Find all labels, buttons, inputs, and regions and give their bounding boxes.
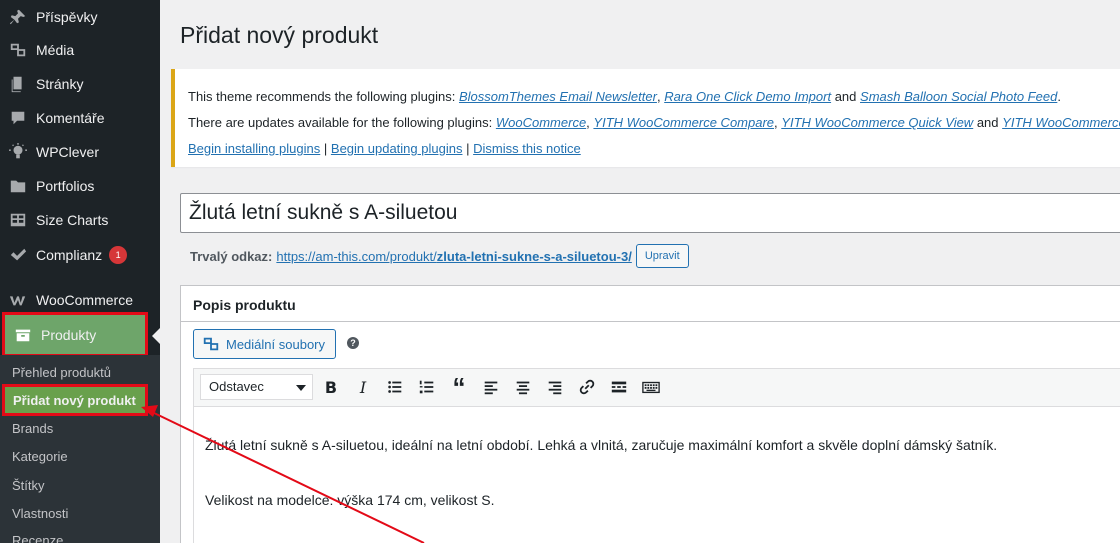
sidebar-item-wpclever[interactable]: WPClever — [0, 135, 160, 169]
help-icon[interactable]: ? — [347, 337, 359, 349]
product-title-input[interactable]: Žlutá letní sukně s A-siluetou — [180, 193, 1120, 233]
editor-paragraph: Velikost na modelce: výška 174 cm, velik… — [205, 492, 495, 508]
italic-icon[interactable]: I — [352, 376, 374, 398]
sidebar-item-media[interactable]: Média — [0, 33, 160, 67]
checkmark-icon — [8, 245, 28, 265]
sidebar-item-label: WooCommerce — [36, 292, 133, 308]
admin-sidebar: Příspěvky Média Stránky Komentáře WPClev… — [0, 0, 160, 543]
sidebar-item-label: WPClever — [36, 144, 100, 160]
toolbar-toggle-icon[interactable] — [640, 376, 662, 398]
submenu-item-add-new-product[interactable]: Přidat nový produkt — [2, 384, 148, 416]
sidebar-item-label: Komentáře — [36, 110, 105, 126]
begin-updating-link[interactable]: Begin updating plugins — [331, 141, 463, 156]
media-icon — [8, 40, 28, 60]
sidebar-item-label: Size Charts — [36, 212, 109, 228]
bold-icon[interactable]: B — [320, 376, 342, 398]
align-center-icon[interactable] — [512, 376, 534, 398]
active-menu-pointer — [152, 328, 160, 344]
sidebar-item-complianz[interactable]: Complianz 1 — [0, 238, 160, 272]
product-description-box: Popis produktu Mediální soubory ? Odstav… — [180, 285, 1120, 543]
pages-icon — [8, 74, 28, 94]
permalink-label: Trvalý odkaz: — [190, 248, 273, 264]
format-select[interactable]: Odstavec — [200, 374, 313, 400]
notice-plugin-link[interactable]: YITH WooCommerce Compare — [593, 115, 774, 130]
align-right-icon[interactable] — [544, 376, 566, 398]
sidebar-item-label: Portfolios — [36, 178, 95, 194]
plugin-notice: This theme recommends the following plug… — [171, 69, 1120, 167]
notice-plugin-link[interactable]: YITH WooCommerce — [1002, 115, 1120, 130]
notice-plugin-link[interactable]: BlossomThemes Email Newsletter — [459, 89, 657, 104]
dismiss-notice-link[interactable]: Dismiss this notice — [473, 141, 581, 156]
permalink-url[interactable]: https://am-this.com/produkt/zluta-letni-… — [276, 249, 631, 264]
folder-icon — [8, 176, 28, 196]
sidebar-item-label: Complianz — [36, 247, 103, 263]
notice-plugin-link[interactable]: Rara One Click Demo Import — [664, 89, 831, 104]
permalink-row: Trvalý odkaz: https://am-this.com/produk… — [190, 244, 689, 268]
sidebar-item-portfolios[interactable]: Portfolios — [0, 169, 160, 203]
sidebar-item-comments[interactable]: Komentáře — [0, 101, 160, 135]
blockquote-icon[interactable]: “ — [448, 372, 470, 402]
sidebar-item-pages[interactable]: Stránky — [0, 67, 160, 101]
numbered-list-icon[interactable] — [416, 376, 438, 398]
read-more-icon[interactable] — [608, 376, 630, 398]
notice-plugin-link[interactable]: YITH WooCommerce Quick View — [781, 115, 973, 130]
edit-permalink-button[interactable]: Upravit — [635, 244, 689, 268]
sidebar-item-label: Příspěvky — [36, 9, 98, 25]
submenu-item-all-products[interactable]: Přehled produktů — [12, 365, 111, 380]
bullet-list-icon[interactable] — [384, 376, 406, 398]
sidebar-item-products[interactable]: Produkty — [2, 312, 148, 357]
align-left-icon[interactable] — [480, 376, 502, 398]
add-media-button[interactable]: Mediální soubory — [193, 329, 336, 359]
lightbulb-icon — [8, 142, 28, 162]
woocommerce-icon — [8, 290, 28, 310]
postbox-title: Popis produktu — [181, 286, 1120, 322]
submenu-item-reviews[interactable]: Recenze — [12, 533, 63, 543]
description-editor[interactable]: Žlutá letní sukně s A-siluetou, ideální … — [193, 406, 1120, 543]
submenu-item-categories[interactable]: Kategorie — [12, 449, 68, 464]
sidebar-item-label: Produkty — [41, 326, 97, 343]
submenu-item-attributes[interactable]: Vlastnosti — [12, 506, 68, 521]
notice-updates-line: There are updates available for the foll… — [188, 115, 1120, 130]
editor-toolbar: Odstavec B I “ — [193, 368, 1120, 406]
editor-paragraph: Žlutá letní sukně s A-siluetou, ideální … — [205, 437, 998, 453]
table-icon — [8, 210, 28, 230]
sidebar-item-label: Média — [36, 42, 75, 58]
notice-actions: Begin installing plugins | Begin updatin… — [188, 141, 581, 156]
sidebar-item-posts[interactable]: Příspěvky — [0, 0, 160, 34]
notice-plugin-link[interactable]: WooCommerce — [496, 115, 586, 130]
archive-icon — [13, 325, 33, 345]
begin-installing-link[interactable]: Begin installing plugins — [188, 141, 320, 156]
submenu-item-brands[interactable]: Brands — [12, 421, 53, 436]
page-title: Přidat nový produkt — [180, 22, 379, 48]
notification-badge: 1 — [109, 246, 128, 264]
sidebar-item-label: Stránky — [36, 76, 84, 92]
pin-icon — [8, 7, 28, 27]
comments-icon — [8, 108, 28, 128]
notice-plugin-link[interactable]: Smash Balloon Social Photo Feed — [860, 89, 1057, 104]
submenu-item-tags[interactable]: Štítky — [12, 478, 45, 493]
add-media-icon — [203, 337, 219, 351]
sidebar-item-size-charts[interactable]: Size Charts — [0, 203, 160, 237]
notice-recommended-line: This theme recommends the following plug… — [188, 89, 1061, 104]
chevron-down-icon — [296, 385, 306, 391]
link-icon[interactable] — [576, 376, 598, 398]
